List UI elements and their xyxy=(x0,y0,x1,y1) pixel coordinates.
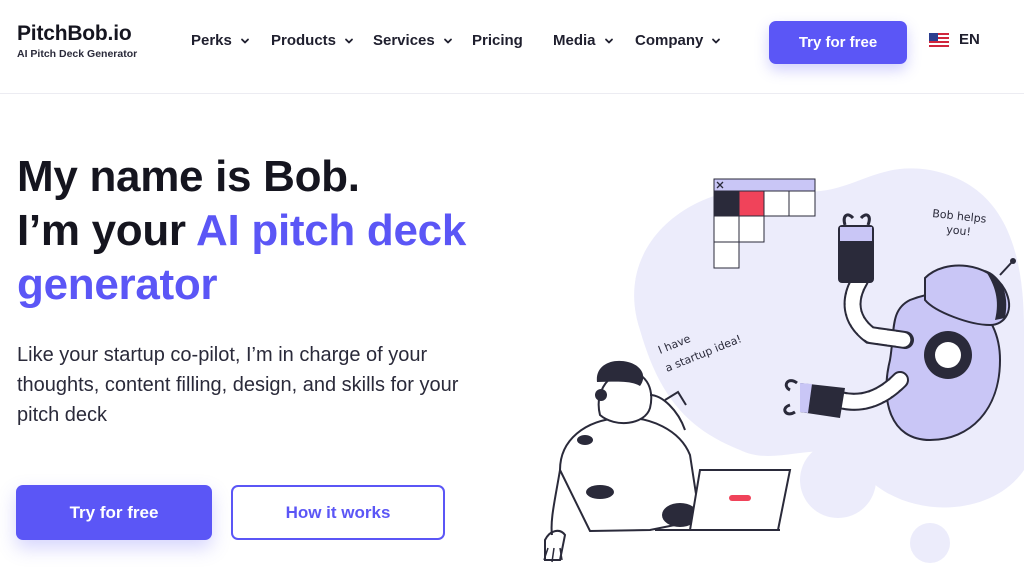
background-dot xyxy=(910,523,950,563)
chevron-down-icon xyxy=(603,35,615,47)
chevron-down-icon xyxy=(239,35,251,47)
hero-title: My name is Bob. I’m your AI pitch deck g… xyxy=(17,150,466,312)
nav-item-label: Perks xyxy=(191,32,232,49)
hero-title-accent: AI pitch deck xyxy=(196,206,466,255)
nav-item-media[interactable]: Media xyxy=(553,30,615,52)
bob-speech-line2: you! xyxy=(946,223,972,239)
header-try-free-button[interactable]: Try for free xyxy=(769,21,907,64)
bob-illustration: Bob helps you! I have a startup idea! xyxy=(543,168,1024,563)
logo-title: PitchBob.io xyxy=(17,22,132,45)
hero-illustration: Bob helps you! I have a startup idea! xyxy=(540,150,1024,571)
nav-item-label: Company xyxy=(635,32,704,49)
language-selector[interactable]: EN xyxy=(929,31,980,48)
try-for-free-button[interactable]: Try for free xyxy=(16,485,212,540)
nav-item-label: Pricing xyxy=(472,32,523,49)
chevron-down-icon xyxy=(442,35,454,47)
chevron-down-icon xyxy=(710,35,722,47)
hero-title-line1: My name is Bob. xyxy=(17,152,360,201)
nav-item-perks[interactable]: Perks xyxy=(191,30,251,52)
nav-item-label: Services xyxy=(373,32,435,49)
logo[interactable]: PitchBob.io AI Pitch Deck Generator xyxy=(17,22,137,60)
site-header: PitchBob.io AI Pitch Deck Generator Perk… xyxy=(0,0,1024,94)
language-label: EN xyxy=(959,31,980,48)
nav-item-products[interactable]: Products xyxy=(271,30,355,52)
background-dot xyxy=(800,442,876,518)
nav-item-pricing[interactable]: Pricing xyxy=(472,30,523,52)
logo-subtitle: AI Pitch Deck Generator xyxy=(17,48,138,60)
us-flag-icon xyxy=(929,32,949,47)
nav-item-label: Media xyxy=(553,32,596,49)
how-it-works-button[interactable]: How it works xyxy=(231,485,445,540)
hero-title-line2-prefix: I’m your xyxy=(17,206,197,255)
nav-item-label: Products xyxy=(271,32,337,49)
nav-item-company[interactable]: Company xyxy=(635,30,722,52)
hero-description: Like your startup co-pilot, I’m in charg… xyxy=(17,344,459,426)
hero-title-accent-line3: generator xyxy=(17,260,218,309)
chevron-down-icon xyxy=(343,35,355,47)
nav-item-services[interactable]: Services xyxy=(373,30,454,52)
